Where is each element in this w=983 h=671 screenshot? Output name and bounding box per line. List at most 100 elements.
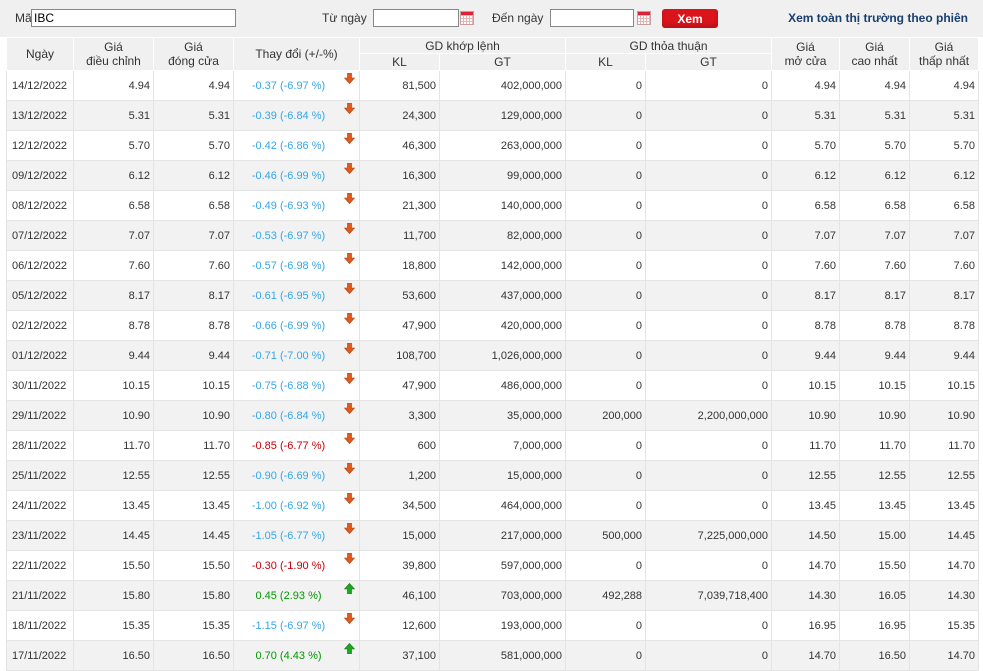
open-price-cell: 7.60 [771, 250, 841, 281]
view-all-market-link[interactable]: Xem toàn thị trường theo phiên [788, 11, 968, 25]
col-header-date[interactable]: Ngày [6, 37, 74, 71]
negotiated-volume-cell: 0 [565, 160, 647, 191]
col-header-adjusted-price[interactable]: Giá điều chỉnh [73, 37, 154, 71]
high-price-cell: 12.55 [839, 460, 911, 491]
calendar-icon[interactable] [637, 11, 651, 25]
table-row: 09/12/2022 6.12 6.12 -0.46 (-6.99 %) 16,300 9… [6, 160, 980, 191]
col-header-close-price[interactable]: Giá đóng cửa [153, 37, 234, 71]
symbol-input[interactable] [31, 9, 236, 27]
header-line: cao nhất [851, 54, 898, 68]
change-value: -0.46 (-6.99 %) [251, 169, 326, 182]
close-price-cell: 16.50 [153, 640, 234, 671]
col-header-open-price[interactable]: Giá mở cửa [771, 37, 841, 71]
col-header-negotiated-volume[interactable]: KL [565, 53, 647, 71]
negotiated-value-cell: 0 [645, 280, 773, 311]
close-price-cell: 4.94 [153, 70, 234, 101]
matched-value-cell: 703,000,000 [439, 580, 567, 611]
matched-volume-cell: 37,100 [359, 640, 440, 671]
matched-value-cell: 35,000,000 [439, 400, 567, 431]
date-cell: 23/11/2022 [6, 520, 74, 551]
header-line: Giá [865, 40, 884, 54]
open-price-cell: 8.78 [771, 310, 841, 341]
view-button[interactable]: Xem [662, 9, 718, 28]
table-row: 08/12/2022 6.58 6.58 -0.49 (-6.93 %) 21,300 1… [6, 190, 980, 221]
change-cell: -0.42 (-6.86 %) [233, 130, 360, 161]
date-cell: 05/12/2022 [6, 280, 74, 311]
high-price-cell: 9.44 [839, 340, 911, 371]
change-value: 0.70 (4.43 %) [255, 649, 322, 662]
change-cell: -0.61 (-6.95 %) [233, 280, 360, 311]
negotiated-value-cell: 0 [645, 160, 773, 191]
table-row: 29/11/2022 10.90 10.90 -0.80 (-6.84 %) 3,300… [6, 400, 980, 431]
high-price-cell: 11.70 [839, 430, 911, 461]
high-price-cell: 6.58 [839, 190, 911, 221]
high-price-cell: 7.07 [839, 220, 911, 251]
to-date-input[interactable] [550, 9, 634, 27]
low-price-cell: 5.31 [909, 100, 980, 131]
table-row: 02/12/2022 8.78 8.78 -0.66 (-6.99 %) 47,900 4… [6, 310, 980, 341]
date-cell: 25/11/2022 [6, 460, 74, 491]
col-header-change[interactable]: Thay đổi (+/-%) [233, 37, 360, 71]
change-value: -0.42 (-6.86 %) [251, 139, 326, 152]
col-header-matched-volume[interactable]: KL [359, 53, 440, 71]
negotiated-value-cell: 7,039,718,400 [645, 580, 773, 611]
adjusted-price-cell: 12.55 [73, 460, 154, 491]
change-cell: 0.70 (4.43 %) [233, 640, 360, 671]
col-header-high-price[interactable]: Giá cao nhất [839, 37, 911, 71]
close-price-cell: 5.31 [153, 100, 234, 131]
change-cell: -0.90 (-6.69 %) [233, 460, 360, 491]
adjusted-price-cell: 5.70 [73, 130, 154, 161]
negotiated-volume-cell: 0 [565, 310, 647, 341]
negotiated-volume-cell: 0 [565, 100, 647, 131]
col-header-low-price[interactable]: Giá thấp nhất [909, 37, 980, 71]
from-date-label: Từ ngày [322, 11, 367, 25]
change-cell: -1.00 (-6.92 %) [233, 490, 360, 521]
adjusted-price-cell: 7.60 [73, 250, 154, 281]
change-cell: -0.37 (-6.97 %) [233, 70, 360, 101]
matched-volume-cell: 3,300 [359, 400, 440, 431]
adjusted-price-cell: 15.35 [73, 610, 154, 641]
negotiated-volume-cell: 0 [565, 280, 647, 311]
matched-value-cell: 217,000,000 [439, 520, 567, 551]
change-value: -1.00 (-6.92 %) [251, 499, 326, 512]
date-cell: 22/11/2022 [6, 550, 74, 581]
low-price-cell: 10.15 [909, 370, 980, 401]
negotiated-value-cell: 0 [645, 310, 773, 341]
negotiated-value-cell: 0 [645, 70, 773, 101]
change-cell: -0.85 (-6.77 %) [233, 430, 360, 461]
low-price-cell: 13.45 [909, 490, 980, 521]
open-price-cell: 16.95 [771, 610, 841, 641]
col-header-matched-value[interactable]: GT [438, 53, 567, 71]
from-date-input[interactable] [373, 9, 459, 27]
negotiated-value-cell: 0 [645, 640, 773, 671]
price-history-table-wrapper: Ngày Giá điều chỉnh Giá đóng cửa Thay đổi … [6, 37, 980, 671]
header-line: Giá [104, 40, 123, 54]
adjusted-price-cell: 13.45 [73, 490, 154, 521]
adjusted-price-cell: 15.50 [73, 550, 154, 581]
negotiated-volume-cell: 0 [565, 220, 647, 251]
arrow-down-icon [344, 343, 355, 354]
negotiated-volume-cell: 492,288 [565, 580, 647, 611]
high-price-cell: 13.45 [839, 490, 911, 521]
high-price-cell: 8.17 [839, 280, 911, 311]
calendar-icon[interactable] [460, 11, 474, 25]
col-header-negotiated-value[interactable]: GT [645, 53, 773, 71]
table-row: 17/11/2022 16.50 16.50 0.70 (4.43 %) 37,100 5… [6, 640, 980, 671]
price-history-table: Ngày Giá điều chỉnh Giá đóng cửa Thay đổi … [6, 37, 980, 671]
adjusted-price-cell: 14.45 [73, 520, 154, 551]
arrow-down-icon [344, 313, 355, 324]
negotiated-value-cell: 0 [645, 490, 773, 521]
adjusted-price-cell: 15.80 [73, 580, 154, 611]
change-cell: -0.75 (-6.88 %) [233, 370, 360, 401]
arrow-down-icon [344, 223, 355, 234]
negotiated-value-cell: 0 [645, 250, 773, 281]
matched-value-cell: 420,000,000 [439, 310, 567, 341]
change-value: -0.61 (-6.95 %) [251, 289, 326, 302]
date-cell: 12/12/2022 [6, 130, 74, 161]
date-cell: 29/11/2022 [6, 400, 74, 431]
table-row: 18/11/2022 15.35 15.35 -1.15 (-6.97 %) 12,60… [6, 610, 980, 641]
close-price-cell: 13.45 [153, 490, 234, 521]
to-date-label: Đến ngày [492, 11, 544, 25]
high-price-cell: 15.00 [839, 520, 911, 551]
open-price-cell: 5.70 [771, 130, 841, 161]
